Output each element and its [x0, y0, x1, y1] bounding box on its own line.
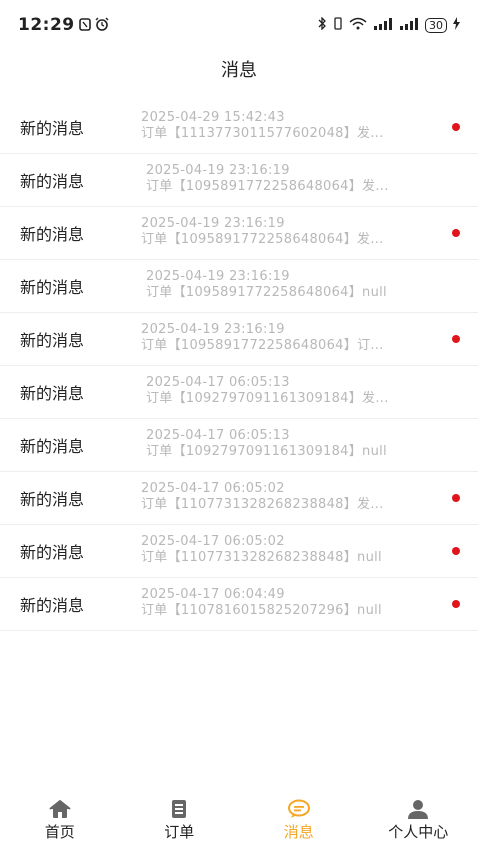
tab-home-label: 首页	[44, 822, 75, 841]
message-title: 新的消息	[20, 172, 85, 191]
wifi-icon	[349, 17, 367, 33]
status-time: 12:29	[18, 15, 75, 35]
message-date: 2025-04-19 23:16:19	[146, 163, 290, 178]
message-date: 2025-04-17 06:05:13	[146, 428, 290, 443]
tab-messages-label: 消息	[283, 822, 314, 841]
message-title: 新的消息	[20, 119, 85, 138]
page-title: 消息	[221, 60, 257, 81]
message-date: 2025-04-29 15:42:43	[141, 110, 285, 125]
message-title: 新的消息	[20, 543, 85, 562]
message-summary: 订单【1095891772258648064】订...	[141, 338, 384, 353]
app-screen: 12:29 30 消息 新的消息 2025-04-29 15:42:43 订单【…	[0, 0, 478, 850]
message-meta: 2025-04-19 23:16:19 订单【10958917722586480…	[146, 269, 387, 301]
unread-dot	[452, 335, 460, 343]
unread-dot	[452, 547, 460, 555]
home-icon	[49, 799, 71, 818]
message-summary: 订单【1107816015825207296】null	[141, 603, 382, 618]
message-meta: 2025-04-19 23:16:19 订单【10958917722586480…	[141, 322, 384, 354]
status-left: 12:29	[18, 15, 109, 35]
message-summary: 订单【1092797091161309184】发...	[146, 391, 389, 406]
message-row[interactable]: 新的消息 2025-04-17 06:05:02 订单【110773132826…	[0, 525, 478, 578]
message-title: 新的消息	[20, 278, 85, 297]
status-bar: 12:29 30	[0, 0, 478, 50]
message-meta: 2025-04-19 23:16:19 订单【10958917722586480…	[146, 163, 389, 195]
unread-dot	[452, 229, 460, 237]
message-meta: 2025-04-17 06:05:02 订单【11077313282682388…	[141, 534, 382, 566]
bluetooth-icon	[318, 16, 327, 33]
message-summary: 订单【1092797091161309184】null	[146, 444, 387, 459]
user-icon	[408, 799, 429, 819]
message-date: 2025-04-17 06:04:49	[141, 587, 285, 602]
message-summary: 订单【1095891772258648064】null	[146, 285, 387, 300]
message-meta: 2025-04-17 06:04:49 订单【11078160158252072…	[141, 587, 382, 619]
message-row[interactable]: 新的消息 2025-04-17 06:05:13 订单【109279709116…	[0, 419, 478, 472]
vibrate-icon	[333, 17, 343, 33]
unread-dot	[452, 123, 460, 131]
message-row[interactable]: 新的消息 2025-04-17 06:04:49 订单【110781601582…	[0, 578, 478, 631]
message-row[interactable]: 新的消息 2025-04-17 06:05:02 订单【110773132826…	[0, 472, 478, 525]
order-icon	[172, 799, 187, 818]
message-title: 新的消息	[20, 225, 85, 244]
message-summary: 订单【1107731328268238848】null	[141, 550, 382, 565]
message-icon	[287, 799, 310, 818]
message-date: 2025-04-19 23:16:19	[146, 269, 290, 284]
nfc-icon	[78, 16, 91, 35]
tab-orders-label: 订单	[164, 822, 195, 841]
message-date: 2025-04-17 06:05:02	[141, 481, 285, 496]
alarm-icon	[95, 16, 109, 35]
message-date: 2025-04-17 06:05:02	[141, 534, 285, 549]
tab-profile-label: 个人中心	[388, 822, 449, 841]
message-row[interactable]: 新的消息 2025-04-19 23:16:19 订单【109589177225…	[0, 313, 478, 366]
message-meta: 2025-04-17 06:05:13 订单【10927970911613091…	[146, 375, 389, 407]
message-summary: 订单【1113773011577602048】发...	[141, 126, 384, 141]
status-right: 30	[318, 16, 460, 33]
message-title: 新的消息	[20, 437, 85, 456]
message-date: 2025-04-19 23:16:19	[141, 322, 285, 337]
unread-dot	[452, 600, 460, 608]
message-row[interactable]: 新的消息 2025-04-29 15:42:43 订单【111377301157…	[0, 101, 478, 154]
message-meta: 2025-04-19 23:16:19 订单【10958917722586480…	[141, 216, 384, 248]
message-title: 新的消息	[20, 331, 85, 350]
message-title: 新的消息	[20, 596, 85, 615]
message-summary: 订单【1107731328268238848】发...	[141, 497, 384, 512]
message-list: 新的消息 2025-04-29 15:42:43 订单【111377301157…	[0, 101, 478, 631]
message-title: 新的消息	[20, 384, 85, 403]
signal-icon-2	[399, 17, 419, 33]
message-meta: 2025-04-29 15:42:43 订单【11137730115776020…	[141, 110, 384, 142]
message-row[interactable]: 新的消息 2025-04-19 23:16:19 订单【109589177225…	[0, 207, 478, 260]
message-title: 新的消息	[20, 490, 85, 509]
battery-indicator: 30	[425, 17, 447, 33]
message-summary: 订单【1095891772258648064】发...	[146, 179, 389, 194]
tab-messages[interactable]: 消息	[249, 799, 349, 842]
message-row[interactable]: 新的消息 2025-04-19 23:16:19 订单【109589177225…	[0, 260, 478, 313]
signal-icon-1	[373, 17, 393, 33]
message-row[interactable]: 新的消息 2025-04-17 06:05:13 订单【109279709116…	[0, 366, 478, 419]
message-date: 2025-04-17 06:05:13	[146, 375, 290, 390]
message-meta: 2025-04-17 06:05:02 订单【11077313282682388…	[141, 481, 384, 513]
charging-icon	[453, 17, 460, 33]
message-date: 2025-04-19 23:16:19	[141, 216, 285, 231]
message-summary: 订单【1095891772258648064】发...	[141, 232, 384, 247]
message-meta: 2025-04-17 06:05:13 订单【10927970911613091…	[146, 428, 387, 460]
bottom-tab-bar: 首页 订单 消息 个人中心	[0, 790, 478, 850]
unread-dot	[452, 494, 460, 502]
tab-home[interactable]: 首页	[10, 799, 110, 842]
tab-orders[interactable]: 订单	[129, 799, 229, 842]
message-row[interactable]: 新的消息 2025-04-19 23:16:19 订单【109589177225…	[0, 154, 478, 207]
tab-profile[interactable]: 个人中心	[368, 799, 468, 842]
